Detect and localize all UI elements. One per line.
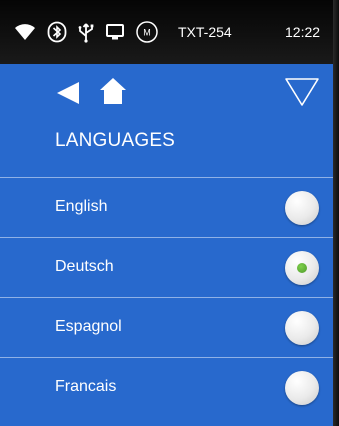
back-button[interactable] bbox=[52, 78, 84, 108]
back-arrow-icon bbox=[57, 82, 79, 104]
page-title: LANGUAGES bbox=[55, 130, 176, 151]
radio-button-deutsch[interactable] bbox=[285, 251, 319, 285]
language-label: Francais bbox=[55, 378, 117, 395]
clock-time: 12:22 bbox=[285, 24, 321, 40]
home-button[interactable] bbox=[96, 74, 130, 108]
language-label: Deutsch bbox=[55, 258, 114, 275]
languages-panel: LANGUAGES English Deutsch Espagnol Franc… bbox=[0, 64, 333, 426]
language-option-francais[interactable]: Francais bbox=[0, 357, 333, 417]
triangle-down-icon bbox=[285, 78, 319, 106]
radio-button-francais[interactable] bbox=[285, 371, 319, 405]
language-option-deutsch[interactable]: Deutsch bbox=[0, 237, 333, 297]
status-bar: M TXT-254 12:22 bbox=[0, 0, 333, 64]
m-circle-icon: M bbox=[134, 20, 160, 44]
language-label: English bbox=[55, 198, 108, 215]
selected-indicator bbox=[297, 263, 307, 273]
dropdown-menu-button[interactable] bbox=[282, 74, 322, 110]
device-name: TXT-254 bbox=[178, 24, 232, 40]
wifi-icon bbox=[12, 20, 38, 44]
radio-button-espagnol[interactable] bbox=[285, 311, 319, 345]
language-option-espagnol[interactable]: Espagnol bbox=[0, 297, 333, 357]
language-label: Espagnol bbox=[55, 318, 122, 335]
device-bezel-edge bbox=[333, 0, 339, 426]
display-icon bbox=[104, 20, 126, 44]
radio-button-english[interactable] bbox=[285, 191, 319, 225]
m-badge-text: M bbox=[143, 28, 151, 38]
home-icon bbox=[100, 78, 126, 104]
device-screen: M TXT-254 12:22 LANGUAGES English Deutsc… bbox=[0, 0, 333, 426]
device-frame: M TXT-254 12:22 LANGUAGES English Deutsc… bbox=[0, 0, 339, 426]
language-option-english[interactable]: English bbox=[0, 177, 333, 237]
usb-icon bbox=[76, 20, 96, 44]
bluetooth-icon bbox=[46, 20, 68, 44]
header: LANGUAGES bbox=[0, 64, 333, 177]
